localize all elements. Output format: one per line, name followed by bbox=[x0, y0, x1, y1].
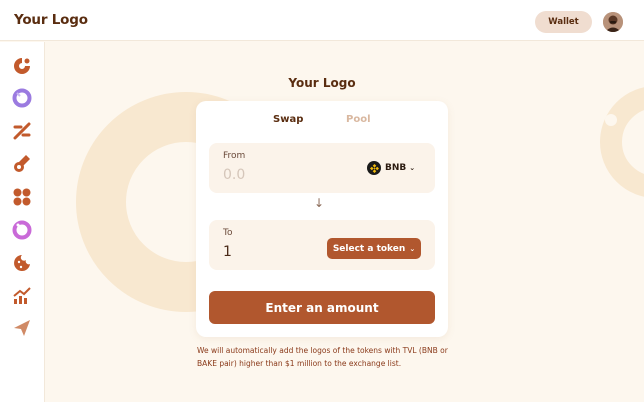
bnb-icon bbox=[367, 161, 381, 175]
decorative-donut-right bbox=[600, 87, 644, 197]
page-title: Your Logo bbox=[288, 76, 356, 90]
donut-active-icon[interactable] bbox=[12, 88, 32, 108]
from-token-label: BNB bbox=[385, 163, 407, 173]
sidebar bbox=[0, 42, 45, 402]
avatar[interactable] bbox=[603, 12, 623, 32]
grid-icon[interactable] bbox=[12, 187, 32, 207]
select-token-button[interactable]: Select a token ⌄ bbox=[327, 238, 421, 259]
wallet-button[interactable]: Wallet bbox=[535, 11, 592, 33]
swap-card: Swap Pool From 0.0 BNB ⌄ ↓ To 1 Select a… bbox=[196, 101, 448, 337]
chart-up-icon[interactable] bbox=[12, 286, 32, 306]
to-label: To bbox=[223, 228, 233, 238]
percent-icon[interactable] bbox=[12, 121, 32, 141]
send-icon[interactable] bbox=[12, 318, 32, 338]
from-amount-input[interactable]: 0.0 bbox=[223, 167, 245, 183]
info-note: We will automatically add the logos of t… bbox=[197, 346, 448, 368]
cookie-icon[interactable] bbox=[12, 253, 32, 273]
from-field: From 0.0 BNB ⌄ bbox=[209, 143, 435, 193]
from-token-select[interactable]: BNB ⌄ bbox=[367, 161, 415, 175]
chevron-down-icon: ⌄ bbox=[409, 164, 416, 172]
select-token-label: Select a token bbox=[332, 243, 406, 254]
tab-swap[interactable]: Swap bbox=[273, 114, 303, 125]
to-field: To 1 Select a token ⌄ bbox=[209, 220, 435, 270]
rocket-icon[interactable] bbox=[12, 153, 32, 173]
to-amount-input[interactable]: 1 bbox=[223, 244, 232, 260]
enter-amount-button[interactable]: Enter an amount bbox=[209, 291, 435, 324]
app-logo[interactable]: Your Logo bbox=[14, 12, 88, 28]
tab-pool[interactable]: Pool bbox=[346, 114, 371, 125]
chevron-down-icon: ⌄ bbox=[409, 244, 416, 253]
arrow-down-icon[interactable]: ↓ bbox=[314, 196, 324, 210]
donut-pink-icon[interactable] bbox=[12, 220, 32, 240]
from-label: From bbox=[223, 151, 246, 161]
top-bar: Your Logo Wallet bbox=[0, 0, 644, 41]
donut-chart-icon[interactable] bbox=[12, 56, 32, 76]
